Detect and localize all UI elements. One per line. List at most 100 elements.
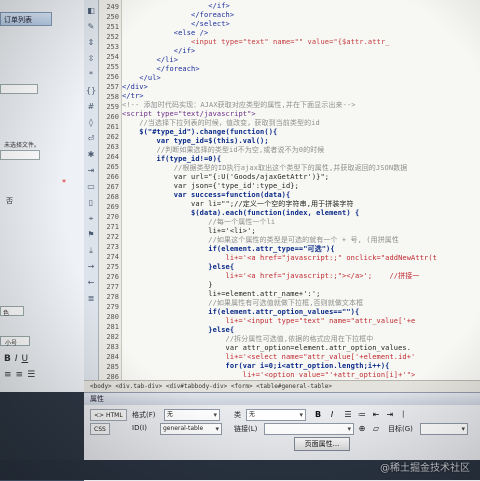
background-color-label: 色 — [3, 310, 10, 317]
background-required-mark: * — [62, 178, 66, 187]
line-number: 267 — [106, 183, 119, 191]
properties-panel-title[interactable]: 属性 — [84, 393, 480, 405]
recent-snippets-icon[interactable]: ⚑ — [86, 230, 96, 240]
highlight-invalid-icon[interactable]: ◊ — [86, 118, 96, 128]
line-number: 254 — [106, 53, 119, 61]
background-format-bar: B I U — [0, 352, 96, 366]
background-input[interactable] — [0, 150, 40, 160]
line-number: 263 — [106, 143, 119, 151]
background-size-select[interactable]: 小号 — [0, 336, 30, 347]
line-number: 252 — [106, 33, 119, 41]
tag-selector-bar[interactable]: <body> <div.tab-div> <div#tabbody-div> <… — [84, 380, 480, 392]
italic-button[interactable]: I — [326, 409, 338, 421]
auto-indent-icon[interactable]: ⇥ — [86, 166, 96, 176]
point-to-file-icon[interactable]: ⊕ — [356, 423, 368, 435]
line-number: 256 — [106, 73, 119, 81]
code-line: li+='<option value="'+attr_option[i]+'"> — [122, 371, 416, 379]
line-number: 277 — [106, 283, 119, 291]
format-label: 格式(F) — [132, 411, 156, 419]
format-select[interactable]: 无 — [164, 409, 220, 421]
outdent-icon[interactable]: ← — [86, 278, 96, 288]
show-code-icon[interactable]: ✎ — [86, 22, 96, 32]
line-number: 251 — [106, 23, 119, 31]
link-label: 链接(L) — [234, 425, 258, 433]
open-documents-icon[interactable]: ◧ — [86, 6, 96, 16]
move-css-icon[interactable]: ⤓ — [86, 246, 96, 256]
line-number: 284 — [106, 353, 119, 361]
line-number: 264 — [106, 153, 119, 161]
line-number: 275 — [106, 263, 119, 271]
background-bold-button[interactable]: B — [4, 354, 11, 364]
bold-button[interactable]: B — [312, 409, 324, 421]
unordered-list-icon[interactable]: ☰ — [342, 409, 354, 421]
line-number: 258 — [106, 93, 119, 101]
background-italic-button[interactable]: I — [15, 354, 18, 364]
css-mode-button[interactable]: CSS — [90, 423, 110, 435]
line-number: 276 — [106, 273, 119, 281]
line-number: 260 — [106, 113, 119, 121]
line-number: 279 — [106, 303, 119, 311]
apply-comment-icon[interactable]: ▭ — [86, 182, 96, 192]
line-numbers-icon[interactable]: # — [86, 102, 96, 112]
editor-side-toolbar: ◧ ✎ ⇕ ⇳ * {} # ◊ ⏎ ✱ ⇥ ▭ ▯ ⌖ ⚑ ⤓ → ← ≣ — [84, 0, 99, 392]
list-icon[interactable]: ☰ — [27, 370, 35, 380]
title-field-label: | — [402, 410, 405, 418]
select-parent-tag-icon[interactable]: * — [86, 70, 96, 80]
line-number: 278 — [106, 293, 119, 301]
line-number: 257 — [106, 83, 119, 91]
line-number: 265 — [106, 163, 119, 171]
line-number-gutter: 249 250 251 252 253 254 255 256 257 258 … — [99, 0, 122, 381]
line-number: 266 — [106, 173, 119, 181]
line-number: 250 — [106, 13, 119, 21]
background-size-label: 小号 — [5, 340, 18, 347]
line-number: 261 — [106, 123, 119, 131]
line-number: 285 — [106, 363, 119, 371]
line-number: 281 — [106, 323, 119, 331]
balance-braces-icon[interactable]: {} — [86, 86, 96, 96]
line-number: 274 — [106, 253, 119, 261]
line-number: 262 — [106, 133, 119, 141]
browse-folder-icon[interactable]: ▱ — [370, 423, 382, 435]
line-number: 259 — [106, 103, 119, 111]
code-text-area[interactable]: </if> </foreach> </select> <else /> <inp… — [122, 0, 480, 380]
watermark-text: @稀土掘金技术社区 — [380, 463, 470, 474]
indent-text-icon[interactable]: ⇥ — [384, 409, 396, 421]
background-window: 订单列表 未选择文件。 * 否 色 小号 B I U ≡ ≡ ☰ — [0, 0, 97, 480]
ordered-list-icon[interactable]: ≔ — [356, 409, 368, 421]
target-label: 目标(G) — [388, 425, 413, 433]
page-properties-button[interactable]: 页面属性... — [294, 437, 350, 451]
background-underline-button[interactable]: U — [22, 354, 29, 364]
line-number: 283 — [106, 343, 119, 351]
background-tab[interactable]: 订单列表 — [0, 12, 52, 26]
remove-comment-icon[interactable]: ▯ — [86, 198, 96, 208]
line-number: 255 — [106, 63, 119, 71]
line-number: 268 — [106, 193, 119, 201]
background-select[interactable] — [0, 84, 38, 94]
syntax-coloring-icon[interactable]: ✱ — [86, 150, 96, 160]
target-select[interactable] — [420, 423, 468, 435]
wrap-tag-icon[interactable]: ⌖ — [86, 214, 96, 224]
indent-icon[interactable]: → — [86, 262, 96, 272]
background-color-select[interactable]: 色 — [0, 306, 24, 317]
background-field-value: 否 — [6, 197, 13, 205]
align-left-icon[interactable]: ≡ — [4, 370, 12, 380]
expand-icon[interactable]: ⇕ — [86, 38, 96, 48]
id-select[interactable]: general-table — [160, 423, 222, 435]
outdent-text-icon[interactable]: ⇤ — [370, 409, 382, 421]
line-number: 270 — [106, 213, 119, 221]
line-number: 253 — [106, 43, 119, 51]
code-editor-window: ◧ ✎ ⇕ ⇳ * {} # ◊ ⏎ ✱ ⇥ ▭ ▯ ⌖ ⚑ ⤓ → ← ≣ 2… — [84, 0, 480, 392]
collapse-icon[interactable]: ⇳ — [86, 54, 96, 64]
background-align-bar: ≡ ≡ ☰ — [0, 368, 96, 382]
class-select[interactable]: 无 — [246, 409, 306, 421]
link-input[interactable] — [264, 423, 354, 435]
word-wrap-icon[interactable]: ⏎ — [86, 134, 96, 144]
line-number: 280 — [106, 313, 119, 321]
align-center-icon[interactable]: ≡ — [16, 370, 24, 380]
line-number: 269 — [106, 203, 119, 211]
background-upload-status: 未选择文件。 — [4, 142, 41, 149]
format-source-icon[interactable]: ≣ — [86, 294, 96, 304]
html-mode-button[interactable]: <> HTML — [90, 409, 127, 421]
id-label: ID(I) — [132, 424, 147, 432]
line-number: 272 — [106, 233, 119, 241]
